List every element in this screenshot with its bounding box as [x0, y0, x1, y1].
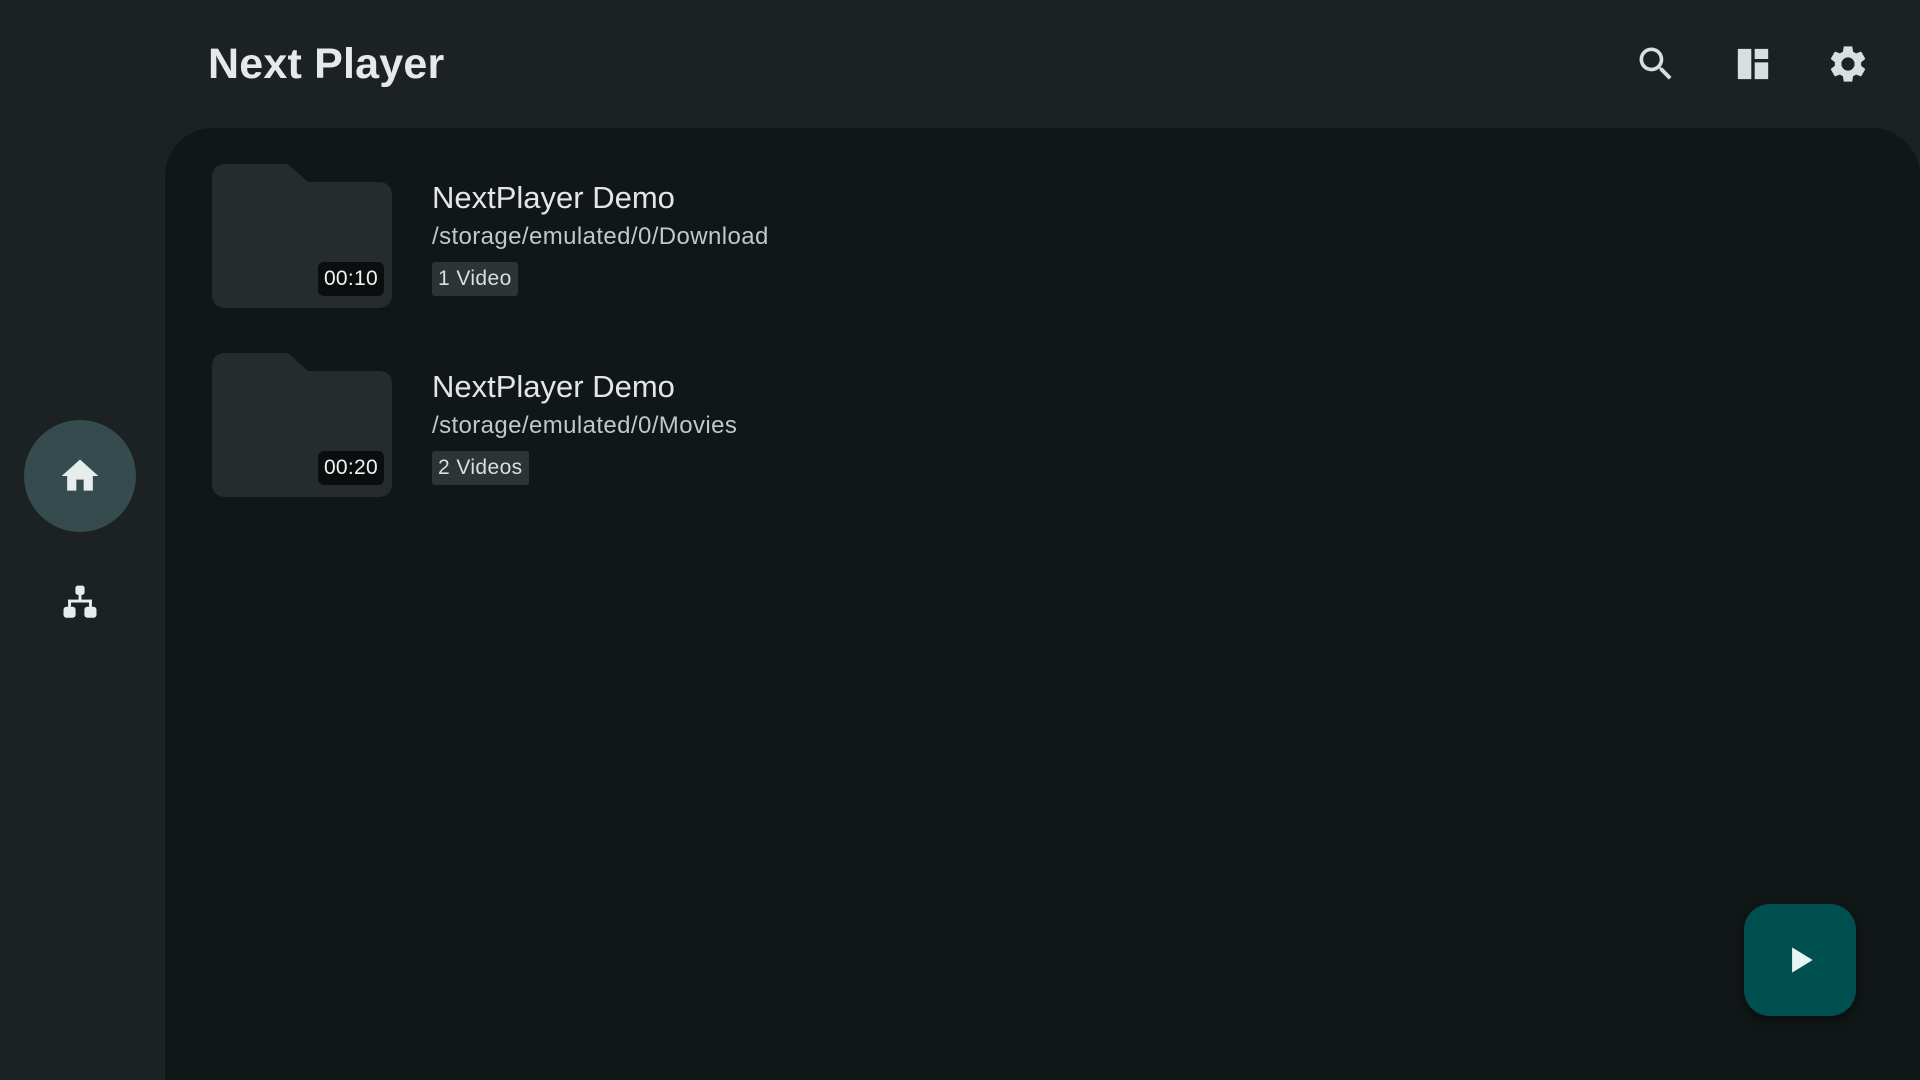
- folder-name: NextPlayer Demo: [432, 369, 675, 404]
- folder-path: /storage/emulated/0/Movies: [432, 412, 738, 439]
- duration-badge: 00:10: [317, 262, 384, 296]
- folder-item-movies[interactable]: 00:20 NextPlayer Demo /storage/emulated/…: [212, 353, 1872, 503]
- play-fab-button[interactable]: [1744, 904, 1856, 1016]
- search-button[interactable]: [1628, 36, 1684, 92]
- duration-badge: 00:20: [317, 451, 384, 485]
- video-count-badge: 1 Video: [432, 262, 518, 296]
- nav-item-home[interactable]: [24, 420, 136, 532]
- app-root: Next Player 00:10 NextPlayer Demo /stora…: [0, 0, 1920, 1080]
- dashboard-icon: [1737, 48, 1769, 80]
- play-icon: [1792, 947, 1813, 973]
- folder-item-download[interactable]: 00:10 NextPlayer Demo /storage/emulated/…: [212, 164, 1872, 314]
- home-icon: [61, 459, 99, 491]
- page-title: Next Player: [208, 40, 445, 88]
- folder-info: NextPlayer Demo /storage/emulated/0/Down…: [432, 180, 769, 296]
- navigation-rail: [0, 0, 165, 1080]
- top-app-bar: Next Player: [165, 0, 1920, 128]
- folder-name: NextPlayer Demo: [432, 180, 675, 215]
- folder-info: NextPlayer Demo /storage/emulated/0/Movi…: [432, 369, 737, 485]
- layout-button[interactable]: [1725, 36, 1781, 92]
- folder-thumbnail: 00:10: [212, 164, 392, 308]
- settings-button[interactable]: [1820, 36, 1876, 92]
- video-count-badge: 2 Videos: [432, 451, 529, 485]
- folder-thumbnail: 00:20: [212, 353, 392, 497]
- nav-item-file-tree[interactable]: [24, 548, 136, 660]
- search-icon: [1639, 47, 1672, 80]
- file-tree-icon: [63, 585, 97, 618]
- folder-path: /storage/emulated/0/Download: [432, 223, 769, 250]
- gear-icon: [1830, 46, 1866, 82]
- folder-list: 00:10 NextPlayer Demo /storage/emulated/…: [165, 128, 1920, 1080]
